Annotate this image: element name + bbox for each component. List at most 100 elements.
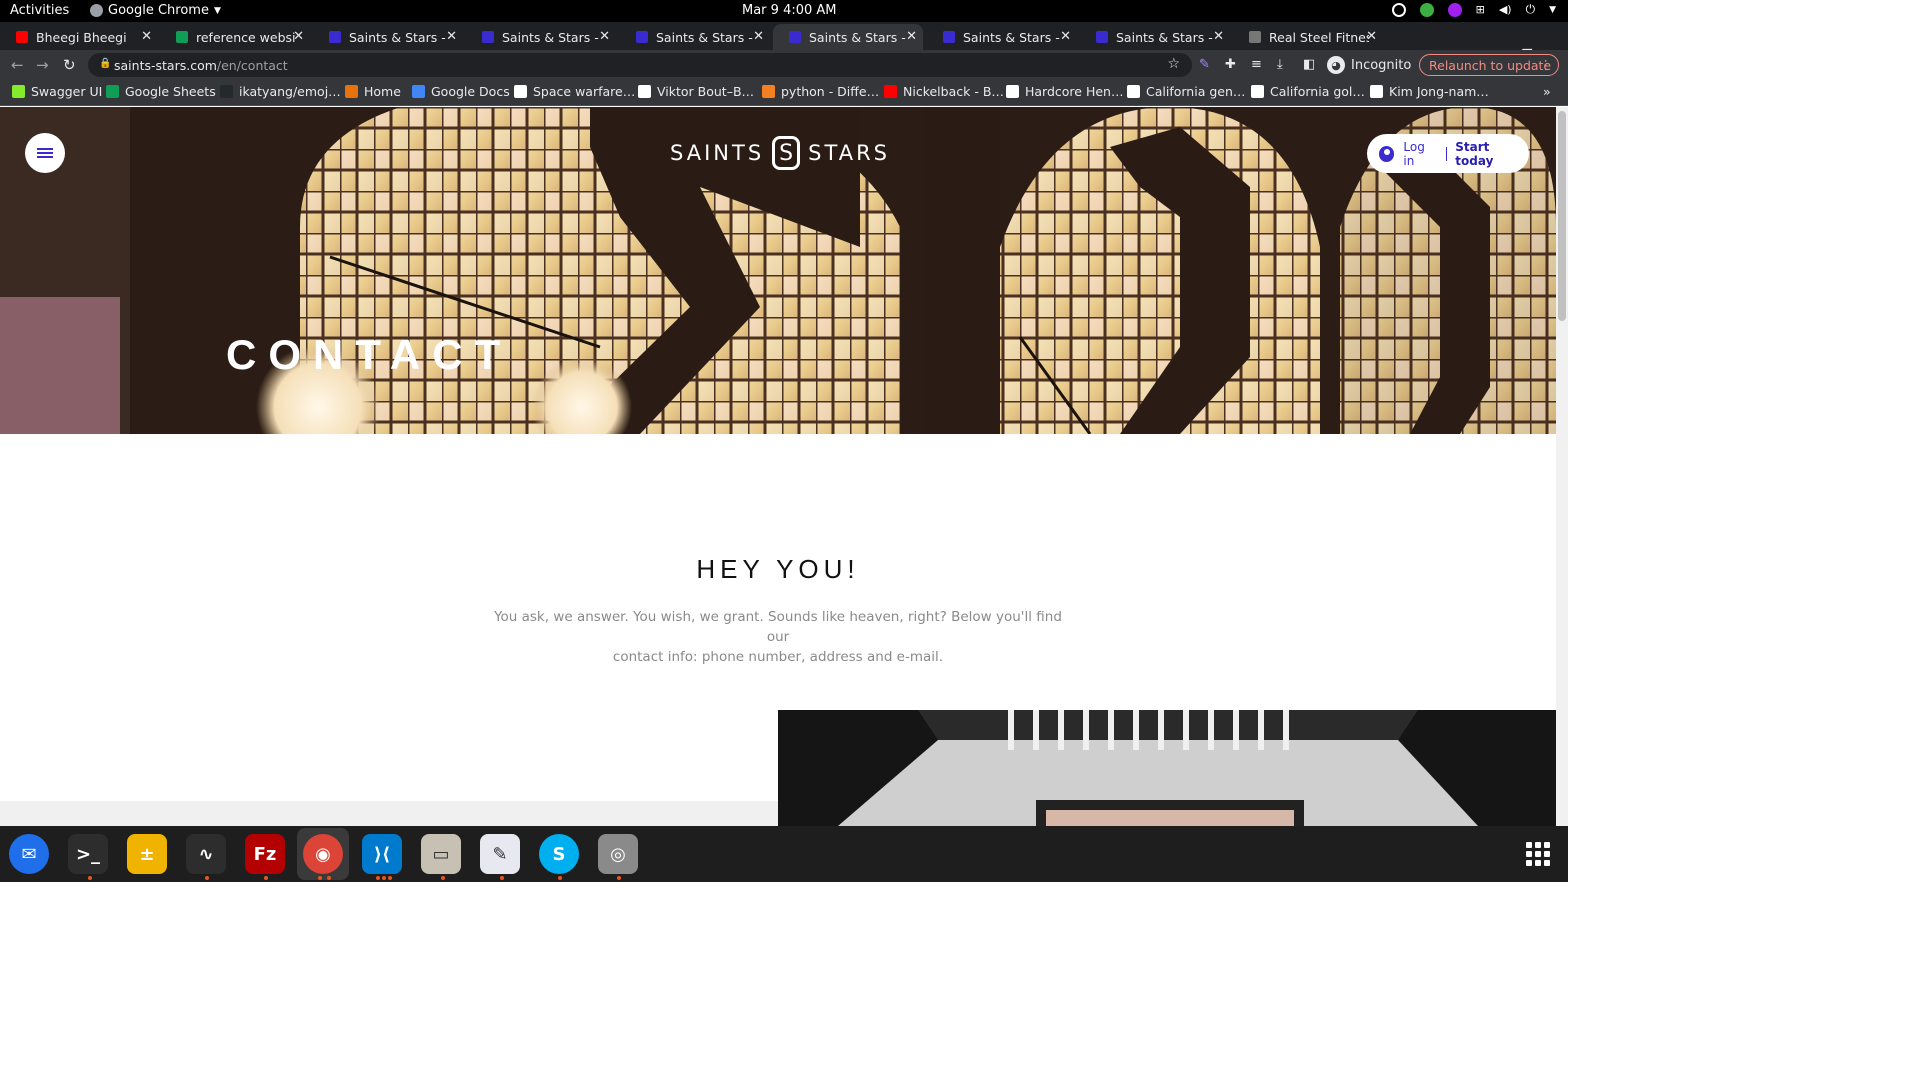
hero-title: CONTACT <box>226 331 513 378</box>
calculator-icon[interactable]: ± <box>127 834 167 874</box>
side-panel-icon[interactable]: ◧ <box>1303 57 1315 72</box>
tab-4[interactable]: Saints & Stars - Tra✕ <box>466 24 616 50</box>
tab-close-icon[interactable]: ✕ <box>753 29 764 44</box>
wikipedia-icon <box>514 85 527 98</box>
wikipedia-icon <box>1006 85 1019 98</box>
tab-close-icon[interactable]: ✕ <box>1366 29 1377 44</box>
bookmark-item[interactable]: Nickelback - B… <box>884 84 1004 99</box>
auth-pill: Log in Start today <box>1367 134 1529 173</box>
bookmark-label: Home <box>364 84 401 99</box>
relaunch-update-button[interactable]: Relaunch to update ⋮ <box>1419 54 1559 76</box>
running-indicator <box>388 876 392 880</box>
accessibility-icon[interactable] <box>1391 2 1406 17</box>
bookmark-item[interactable]: California gen… <box>1127 84 1245 99</box>
extension-tray-icon[interactable] <box>1447 2 1462 17</box>
bookmark-item[interactable]: Home <box>345 84 401 99</box>
text-editor-icon[interactable]: ✎ <box>480 834 520 874</box>
url-host: saints-stars.com <box>114 57 217 73</box>
show-applications-icon[interactable] <box>1526 842 1550 866</box>
incognito-indicator[interactable]: ◕ Incognito <box>1327 54 1411 76</box>
hamburger-menu-button[interactable] <box>25 133 65 173</box>
download-icon[interactable]: ⤓ <box>1277 57 1283 72</box>
tab-8[interactable]: Saints & Stars - Sai✕ <box>1080 24 1230 50</box>
bookmark-item[interactable]: Kim Jong-nam… <box>1370 84 1489 99</box>
files-icon[interactable]: ▭ <box>421 834 461 874</box>
wikipedia-icon <box>1251 85 1264 98</box>
filezilla-icon[interactable]: Fz <box>245 834 285 874</box>
bookmark-label: Kim Jong-nam… <box>1389 84 1489 99</box>
start-today-link[interactable]: Start today <box>1455 140 1529 168</box>
forward-icon[interactable]: → <box>36 56 49 74</box>
tab-close-icon[interactable]: ✕ <box>1060 29 1071 44</box>
tab-6[interactable]: Saints & Stars - CO✕ <box>773 24 923 50</box>
bookmark-item[interactable]: python - Diffe… <box>762 84 879 99</box>
tab-1[interactable]: Bheegi Bheegi ✕ <box>0 24 158 50</box>
bookmark-item[interactable]: Google Docs <box>412 84 510 99</box>
bookmark-label: python - Diffe… <box>781 84 880 99</box>
running-indicator <box>500 876 504 880</box>
network-icon[interactable]: ⊞ <box>1476 3 1485 16</box>
extensions-puzzle-icon[interactable]: ✚ <box>1225 57 1236 72</box>
tab-close-icon[interactable]: ✕ <box>599 29 610 44</box>
vscode-icon[interactable]: ⟩⟨ <box>362 834 402 874</box>
login-link[interactable]: Log in <box>1403 140 1438 168</box>
bookmark-star-icon[interactable]: ☆ <box>1167 56 1180 72</box>
thunderbird-icon[interactable]: ✉ <box>9 834 49 874</box>
tab-3[interactable]: Saints & Stars - Ab✕ <box>313 24 463 50</box>
tab-close-icon[interactable]: ✕ <box>906 29 917 44</box>
more-bookmarks-icon[interactable]: » <box>1543 84 1551 99</box>
shield-check-icon[interactable] <box>1419 2 1434 17</box>
bookmark-item[interactable]: Swagger UI <box>12 84 102 99</box>
chevron-down-icon[interactable]: ▼ <box>1549 5 1556 15</box>
wikipedia-icon <box>1370 85 1383 98</box>
hero-banner: SAINTS S STARS Log in Start today CONTAC… <box>0 107 1556 434</box>
clock[interactable]: Mar 9 4:00 AM <box>742 3 837 18</box>
user-icon <box>1379 145 1395 162</box>
page-scrollbar[interactable] <box>1556 107 1568 826</box>
tab-close-icon[interactable]: ✕ <box>141 29 152 44</box>
running-indicator <box>264 876 268 880</box>
tab-close-icon[interactable]: ✕ <box>293 29 304 44</box>
tab-7[interactable]: Saints & Stars - FA✕ <box>927 24 1077 50</box>
tab-close-icon[interactable]: ✕ <box>1213 29 1224 44</box>
power-icon[interactable]: ⏻ <box>1526 2 1536 17</box>
terminal-icon[interactable]: >_ <box>68 834 108 874</box>
running-indicator <box>318 876 322 880</box>
scrollbar-thumb[interactable] <box>1558 111 1566 321</box>
app-menu[interactable]: Google Chrome ▼ <box>90 3 221 18</box>
site-logo[interactable]: SAINTS S STARS <box>670 131 890 175</box>
kebab-menu-icon[interactable]: ⋮ <box>1540 57 1553 72</box>
disc-icon[interactable]: ◎ <box>598 834 638 874</box>
pen-extension-icon[interactable]: ✎ <box>1199 57 1210 72</box>
chrome-icon[interactable]: ◉ <box>303 834 343 874</box>
tab-2[interactable]: reference website✕ <box>160 24 310 50</box>
tab-title: Saints & Stars - Tra <box>502 29 602 45</box>
activities-button[interactable]: Activities <box>10 3 69 18</box>
bookmark-item[interactable]: Viktor Bout–B… <box>638 84 754 99</box>
bookmark-label: Space warfare… <box>533 84 636 99</box>
address-bar[interactable]: 🔒 saints-stars.com/en/contact ☆ <box>88 53 1192 77</box>
skype-icon[interactable]: S <box>539 834 579 874</box>
tab-close-icon[interactable]: ✕ <box>446 29 457 44</box>
bookmark-item[interactable]: Google Sheets <box>106 84 216 99</box>
bookmark-item[interactable]: ikatyang/emoj… <box>220 84 341 99</box>
volume-icon[interactable]: ◀) <box>1499 3 1512 16</box>
browser-toolbar: ← → ↻ 🔒 saints-stars.com/en/contact ☆ ✎ … <box>0 50 1568 80</box>
system-monitor-icon[interactable]: ∿ <box>186 834 226 874</box>
bookmark-item[interactable]: Space warfare… <box>514 84 635 99</box>
docs-icon <box>412 85 425 98</box>
media-queue-icon[interactable]: ≡ <box>1251 57 1262 72</box>
tab-favicon-icon <box>482 31 494 43</box>
tab-9[interactable]: Real Steel Fitness ✕ <box>1233 24 1383 50</box>
bookmark-item[interactable]: Hardcore Hen… <box>1006 84 1123 99</box>
tab-5[interactable]: Saints & Stars - Sai✕ <box>620 24 770 50</box>
reload-icon[interactable]: ↻ <box>63 56 76 74</box>
incognito-icon: ◕ <box>1327 56 1345 74</box>
lock-icon[interactable]: 🔒 <box>99 58 111 69</box>
back-icon[interactable]: ← <box>11 56 24 74</box>
system-tray[interactable]: ⊞ ◀) ⏻ ▼ <box>1391 2 1556 17</box>
youtube-icon <box>884 85 897 98</box>
bookmark-label: Nickelback - B… <box>903 84 1004 99</box>
bookmark-item[interactable]: California gol… <box>1251 84 1365 99</box>
bookmark-label: Swagger UI <box>31 84 103 99</box>
